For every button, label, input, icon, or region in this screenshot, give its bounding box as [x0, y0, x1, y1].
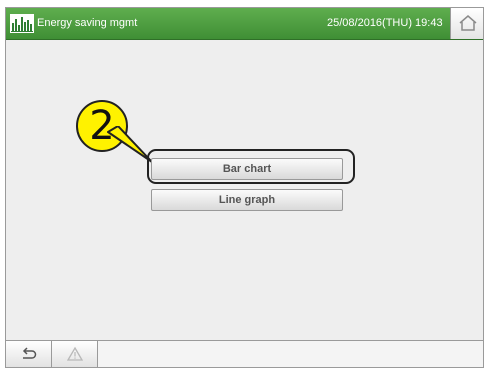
- bar-chart-button[interactable]: Bar chart: [151, 158, 343, 180]
- header-bar: Energy saving mgmt 25/08/2016(THU) 19:43: [6, 8, 483, 40]
- energy-bars-logo-icon: [10, 14, 34, 33]
- home-icon: [459, 15, 477, 31]
- date-time: 25/08/2016(THU) 19:43: [327, 17, 443, 29]
- screen: Energy saving mgmt 25/08/2016(THU) 19:43…: [5, 7, 484, 368]
- back-button[interactable]: [6, 341, 52, 367]
- app-title: Energy saving mgmt: [37, 17, 138, 29]
- warning-icon: [66, 346, 84, 361]
- line-graph-button[interactable]: Line graph: [151, 189, 343, 211]
- back-arrow-icon: [22, 347, 37, 359]
- warning-button[interactable]: [52, 341, 98, 367]
- footer-bar: [6, 340, 483, 367]
- home-button[interactable]: [450, 8, 483, 39]
